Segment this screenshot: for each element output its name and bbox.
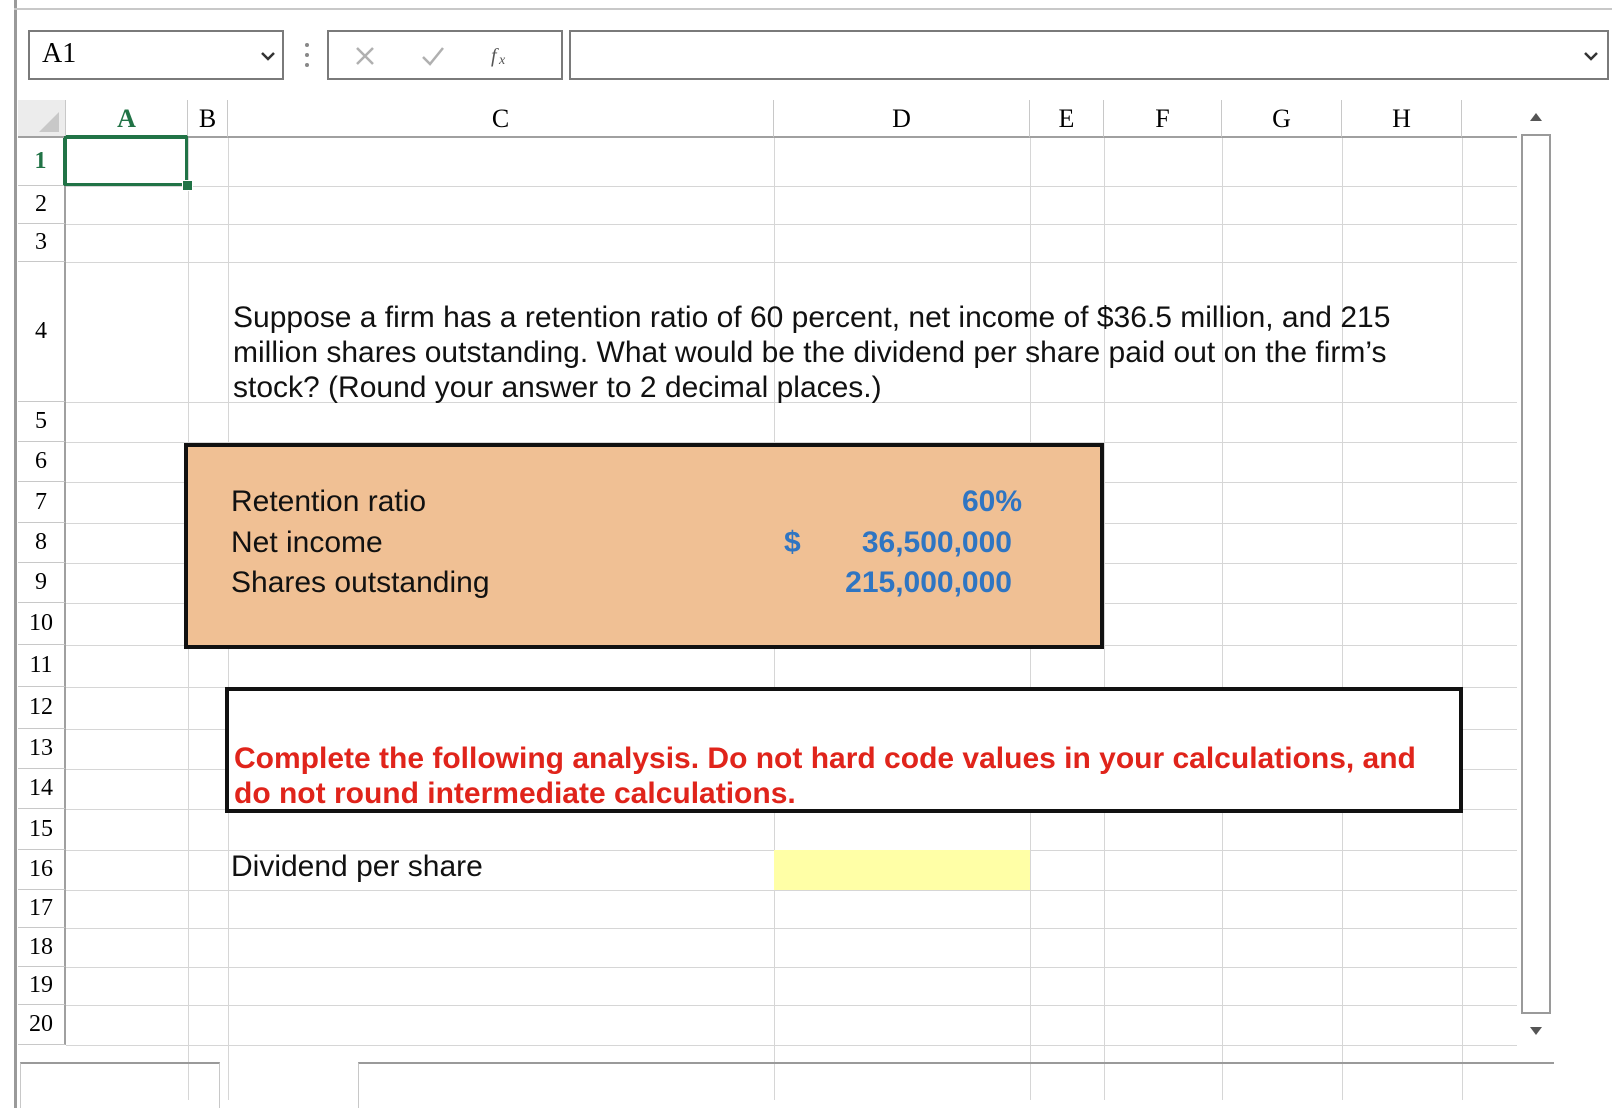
sheet-tab[interactable] <box>20 1062 220 1108</box>
row-header-1[interactable]: 1 <box>18 138 66 186</box>
retention-ratio-value[interactable]: 60% <box>902 485 1022 519</box>
row-header-10[interactable]: 10 <box>18 603 66 645</box>
gridline <box>66 1045 1532 1046</box>
row-header-12[interactable]: 12 <box>18 687 66 729</box>
scroll-up-icon[interactable] <box>1521 102 1551 132</box>
spreadsheet-grid: A B C D E F G H 1 2 3 4 5 6 7 8 9 10 11 … <box>18 100 1572 1100</box>
row-header-19[interactable]: 19 <box>18 967 66 1005</box>
formula-input[interactable] <box>569 30 1609 80</box>
enter-check-icon[interactable] <box>417 40 449 72</box>
row-header-6[interactable]: 6 <box>18 442 66 482</box>
column-header-b[interactable]: B <box>188 100 228 138</box>
row-header-8[interactable]: 8 <box>18 523 66 563</box>
row-header-11[interactable]: 11 <box>18 645 66 687</box>
expand-formula-icon[interactable] <box>1583 48 1599 64</box>
row-header-2[interactable]: 2 <box>18 186 66 224</box>
name-box-value: A1 <box>42 38 77 69</box>
svg-text:f: f <box>491 45 499 67</box>
gridline <box>66 1005 1532 1006</box>
question-text: Suppose a firm has a retention ratio of … <box>233 301 1391 404</box>
formula-buttons: f x <box>327 30 563 80</box>
more-options-icon[interactable] <box>300 40 314 70</box>
row-header-20[interactable]: 20 <box>18 1005 66 1045</box>
cancel-icon[interactable] <box>349 40 381 72</box>
gridline <box>66 224 1532 225</box>
retention-ratio-label: Retention ratio <box>231 485 427 518</box>
scroll-down-icon[interactable] <box>1521 1016 1551 1046</box>
column-header-h[interactable]: H <box>1342 100 1462 138</box>
row-header-17[interactable]: 17 <box>18 890 66 928</box>
select-all-corner[interactable] <box>18 100 66 138</box>
ribbon-divider <box>14 8 1612 10</box>
chevron-down-icon[interactable] <box>260 48 276 64</box>
svg-text:x: x <box>498 53 506 68</box>
row-header-18[interactable]: 18 <box>18 928 66 967</box>
gridline <box>66 890 1532 891</box>
row-header-7[interactable]: 7 <box>18 482 66 523</box>
insert-function-icon[interactable]: f x <box>487 40 519 72</box>
gridline <box>1342 138 1343 1100</box>
instructions-text: Complete the following analysis. Do not … <box>234 742 1416 810</box>
row-header-13[interactable]: 13 <box>18 729 66 769</box>
gridline <box>1462 138 1463 1100</box>
row-header-4[interactable]: 4 <box>18 262 66 402</box>
row-header-9[interactable]: 9 <box>18 563 66 603</box>
column-header-a[interactable]: A <box>66 100 188 138</box>
net-income-value[interactable]: 36,500,000 <box>822 526 1012 560</box>
net-income-currency: $ <box>784 526 801 559</box>
selected-cell-a1[interactable] <box>64 136 188 186</box>
column-header-g[interactable]: G <box>1222 100 1342 138</box>
column-header-f[interactable]: F <box>1104 100 1222 138</box>
column-header-e[interactable]: E <box>1030 100 1104 138</box>
dividend-per-share-answer-cell[interactable] <box>774 850 1030 890</box>
fill-handle[interactable] <box>182 180 193 191</box>
gridline <box>66 967 1532 968</box>
scrollbar-track[interactable] <box>1521 134 1551 1014</box>
column-header-c[interactable]: C <box>228 100 774 138</box>
row-header-5[interactable]: 5 <box>18 402 66 442</box>
column-header-d[interactable]: D <box>774 100 1030 138</box>
horizontal-scrollbar[interactable] <box>358 1062 1554 1108</box>
gridline <box>1104 138 1105 1100</box>
name-box[interactable]: A1 <box>28 30 284 80</box>
shares-outstanding-label: Shares outstanding <box>231 566 490 599</box>
shares-outstanding-value[interactable]: 215,000,000 <box>822 566 1012 600</box>
dividend-per-share-label: Dividend per share <box>231 850 483 883</box>
gridline <box>66 928 1532 929</box>
net-income-label: Net income <box>231 526 383 559</box>
gridline <box>66 186 1532 187</box>
gridline <box>66 262 1532 263</box>
gridline <box>1222 138 1223 1100</box>
vertical-scrollbar[interactable] <box>1517 100 1555 1048</box>
row-header-16[interactable]: 16 <box>18 850 66 890</box>
row-header-14[interactable]: 14 <box>18 769 66 809</box>
row-header-3[interactable]: 3 <box>18 224 66 262</box>
row-header-15[interactable]: 15 <box>18 809 66 850</box>
window-border <box>14 0 17 1108</box>
